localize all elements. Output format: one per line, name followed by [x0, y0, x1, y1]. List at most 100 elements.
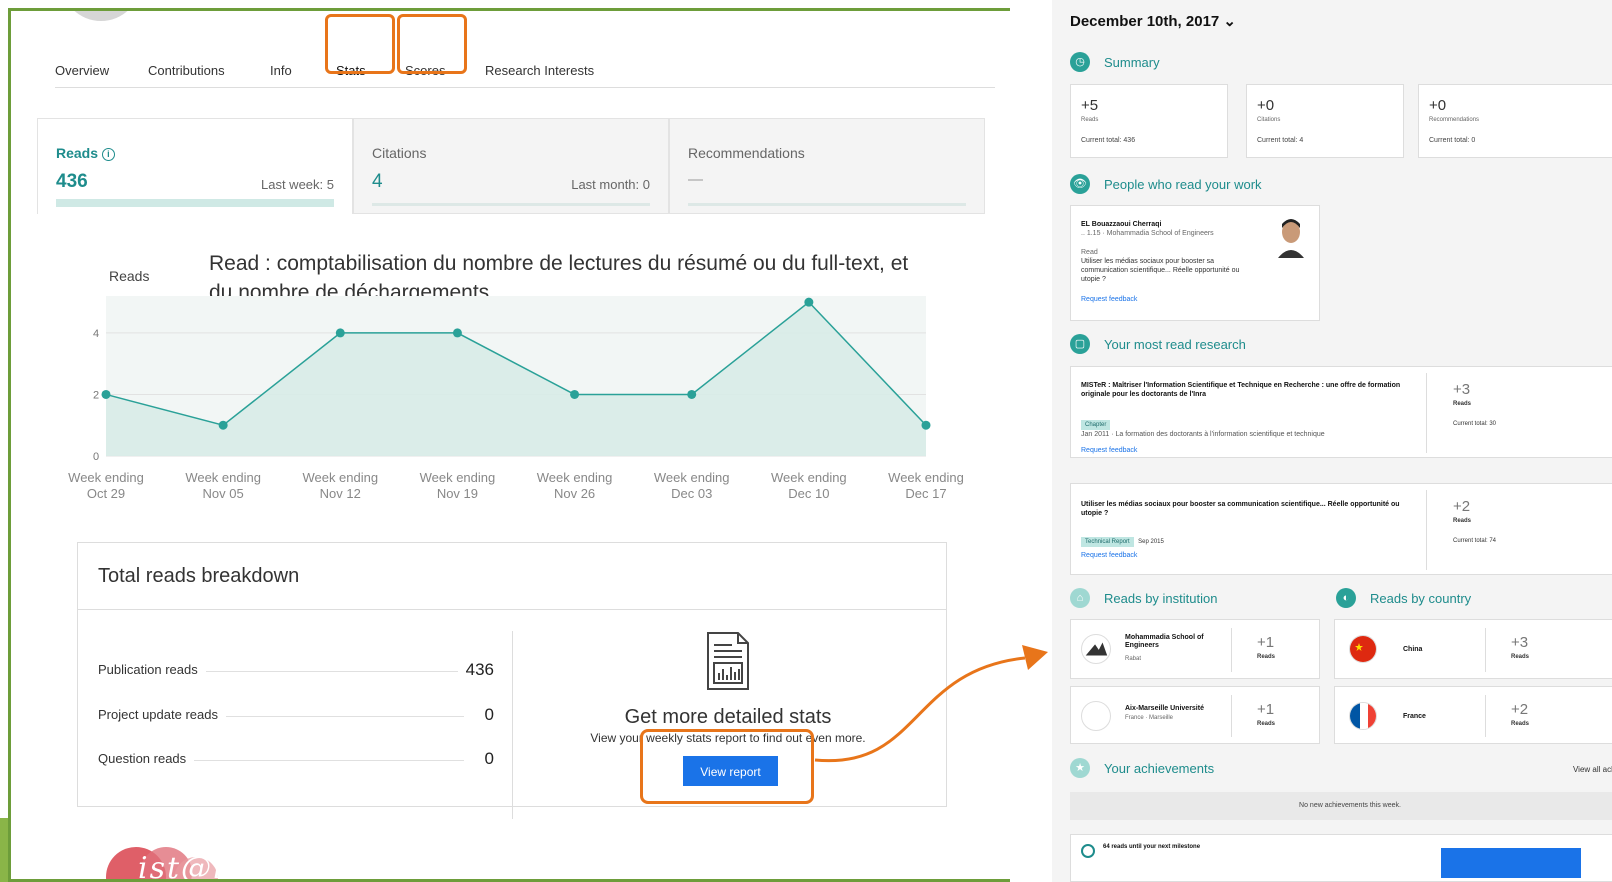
milestone-text: 64 reads until your next milestone: [1103, 844, 1201, 850]
research-delta: +2: [1453, 498, 1471, 515]
reader-avatar[interactable]: [1276, 216, 1306, 258]
milestone-card: 64 reads until your next milestone: [1070, 834, 1612, 882]
breakdown-divider: [512, 631, 513, 819]
x-tick-label: Dec 03: [671, 486, 712, 501]
people-title: People who read your work: [1104, 177, 1262, 192]
tab-info[interactable]: Info: [270, 63, 292, 78]
country-delta-label: Reads: [1511, 654, 1530, 660]
france-flag-icon: [1349, 702, 1377, 730]
data-point: [218, 420, 228, 430]
country-delta: +3: [1511, 634, 1529, 651]
summary-value: +0: [1257, 97, 1275, 114]
reads-last-week: Last week: 5: [261, 177, 334, 192]
milestone-progress-icon: [1081, 844, 1095, 858]
institution-name[interactable]: Aix-Marseille Université: [1125, 705, 1235, 713]
research-total: Current total: 30: [1453, 421, 1497, 427]
tab-reads[interactable]: Reads i 436 Last week: 5: [37, 118, 353, 214]
breakdown-label: Publication reads: [98, 662, 206, 677]
citations-value: 4: [372, 171, 383, 192]
breakdown-row-publication: Publication reads 436: [98, 660, 494, 680]
reads-value: 436: [56, 171, 88, 192]
country-name[interactable]: France: [1403, 713, 1426, 721]
most-read-title: Your most read research: [1104, 337, 1246, 352]
summary-label: Reads: [1081, 117, 1099, 123]
summary-label: Recommendations: [1429, 117, 1480, 123]
summary-total: Current total: 436: [1081, 137, 1136, 144]
x-tick-label: Nov 12: [320, 486, 361, 501]
scores-tab-highlight: [397, 14, 467, 74]
x-tick-label: Week ending: [68, 470, 144, 485]
recommendations-value: —: [688, 171, 703, 188]
left-accent-bar: [0, 818, 8, 882]
report-document-icon: [707, 632, 749, 690]
x-tick-label: Week ending: [654, 470, 730, 485]
institution-delta: +1: [1257, 634, 1275, 651]
institution-delta-label: Reads: [1257, 654, 1276, 660]
reads-chart: Reads024Week endingOct 29Week endingNov …: [68, 268, 964, 501]
x-tick-label: Week ending: [771, 470, 847, 485]
data-point: [335, 328, 345, 338]
research-date: Sep 2015: [1138, 539, 1164, 545]
summary-value: +0: [1429, 97, 1447, 114]
trophy-icon: ★: [1070, 758, 1090, 778]
country-name[interactable]: China: [1403, 646, 1422, 654]
institution-name[interactable]: Mohammadia School of Engineers: [1125, 634, 1225, 650]
research-title[interactable]: MISTeR : Maîtriser l'Information Scienti…: [1081, 381, 1421, 399]
type-chip: Technical Report: [1081, 537, 1134, 547]
institution-logo: [1081, 701, 1111, 731]
research-date: Jan 2011 · La formation des doctorants à…: [1081, 431, 1325, 438]
reader-name[interactable]: EL Bouazzaoui Cherraqi: [1081, 220, 1161, 229]
breakdown-title: Total reads breakdown: [98, 565, 300, 587]
research-delta: +3: [1453, 381, 1471, 398]
info-icon[interactable]: i: [101, 148, 115, 161]
reader-card: EL Bouazzaoui Cherraqi .. 1.15 · Mohamma…: [1070, 205, 1320, 321]
x-tick-label: Week ending: [185, 470, 261, 485]
x-tick-label: Week ending: [888, 470, 964, 485]
research-title[interactable]: Utiliser les médias sociaux pour booster…: [1081, 500, 1421, 518]
clock-icon: ◷: [1070, 52, 1090, 72]
ist-inra-logo: ist@inra: [96, 839, 306, 879]
y-tick-label: 4: [93, 328, 99, 340]
tab-contributions[interactable]: Contributions: [148, 63, 225, 78]
research-delta-label: Reads: [1453, 401, 1472, 407]
y-tick-label: 2: [93, 389, 99, 401]
breakdown-row-project: Project update reads 0: [98, 705, 494, 725]
tab-overview[interactable]: Overview: [55, 63, 109, 78]
country-item: France +2 Reads: [1334, 686, 1612, 744]
summary-total: Current total: 0: [1429, 137, 1476, 144]
request-feedback-link[interactable]: Request feedback: [1081, 296, 1137, 303]
x-tick-label: Dec 17: [905, 486, 946, 501]
x-tick-label: Nov 05: [203, 486, 244, 501]
data-point: [921, 420, 931, 430]
summary-value: +5: [1081, 97, 1099, 114]
institution-item: Aix-Marseille Université France · Marsei…: [1070, 686, 1320, 744]
milestone-button[interactable]: [1441, 848, 1581, 878]
document-icon: ▢: [1070, 334, 1090, 354]
tab-citations[interactable]: Citations 4 Last month: 0: [353, 118, 669, 214]
request-feedback-link[interactable]: Request feedback: [1081, 552, 1137, 559]
data-point: [804, 297, 814, 307]
request-feedback-link[interactable]: Request feedback: [1081, 447, 1137, 454]
building-icon: ⌂: [1070, 588, 1090, 608]
reads-progress-bar: [56, 199, 334, 207]
reads-label: Reads i: [56, 145, 115, 161]
no-achievements-message: No new achievements this week.: [1070, 792, 1612, 820]
globe-icon: ◐: [1336, 588, 1356, 608]
tab-research-interests[interactable]: Research Interests: [485, 63, 594, 78]
report-date-selector[interactable]: December 10th, 2017 ⌄: [1070, 12, 1236, 30]
type-chip: Chapter: [1081, 420, 1111, 430]
institution-location: France · Marseille: [1125, 715, 1174, 721]
breakdown-label: Question reads: [98, 751, 195, 766]
recommendations-progress-bar: [688, 203, 966, 206]
y-tick-label: 0: [93, 451, 99, 463]
research-item: Utiliser les médias sociaux pour booster…: [1070, 483, 1612, 575]
country-item: China +3 Reads: [1334, 619, 1612, 679]
institution-delta: +1: [1257, 701, 1275, 718]
institution-location: Rabat: [1125, 656, 1142, 662]
breakdown-value: 436: [457, 660, 494, 680]
read-title[interactable]: Utiliser les médias sociaux pour booster…: [1081, 257, 1256, 284]
research-total: Current total: 74: [1453, 538, 1497, 544]
tab-recommendations[interactable]: Recommendations —: [669, 118, 985, 214]
research-item: MISTeR : Maîtriser l'Information Scienti…: [1070, 366, 1612, 458]
view-all-achievements-link[interactable]: View all achievements: [1573, 765, 1612, 774]
